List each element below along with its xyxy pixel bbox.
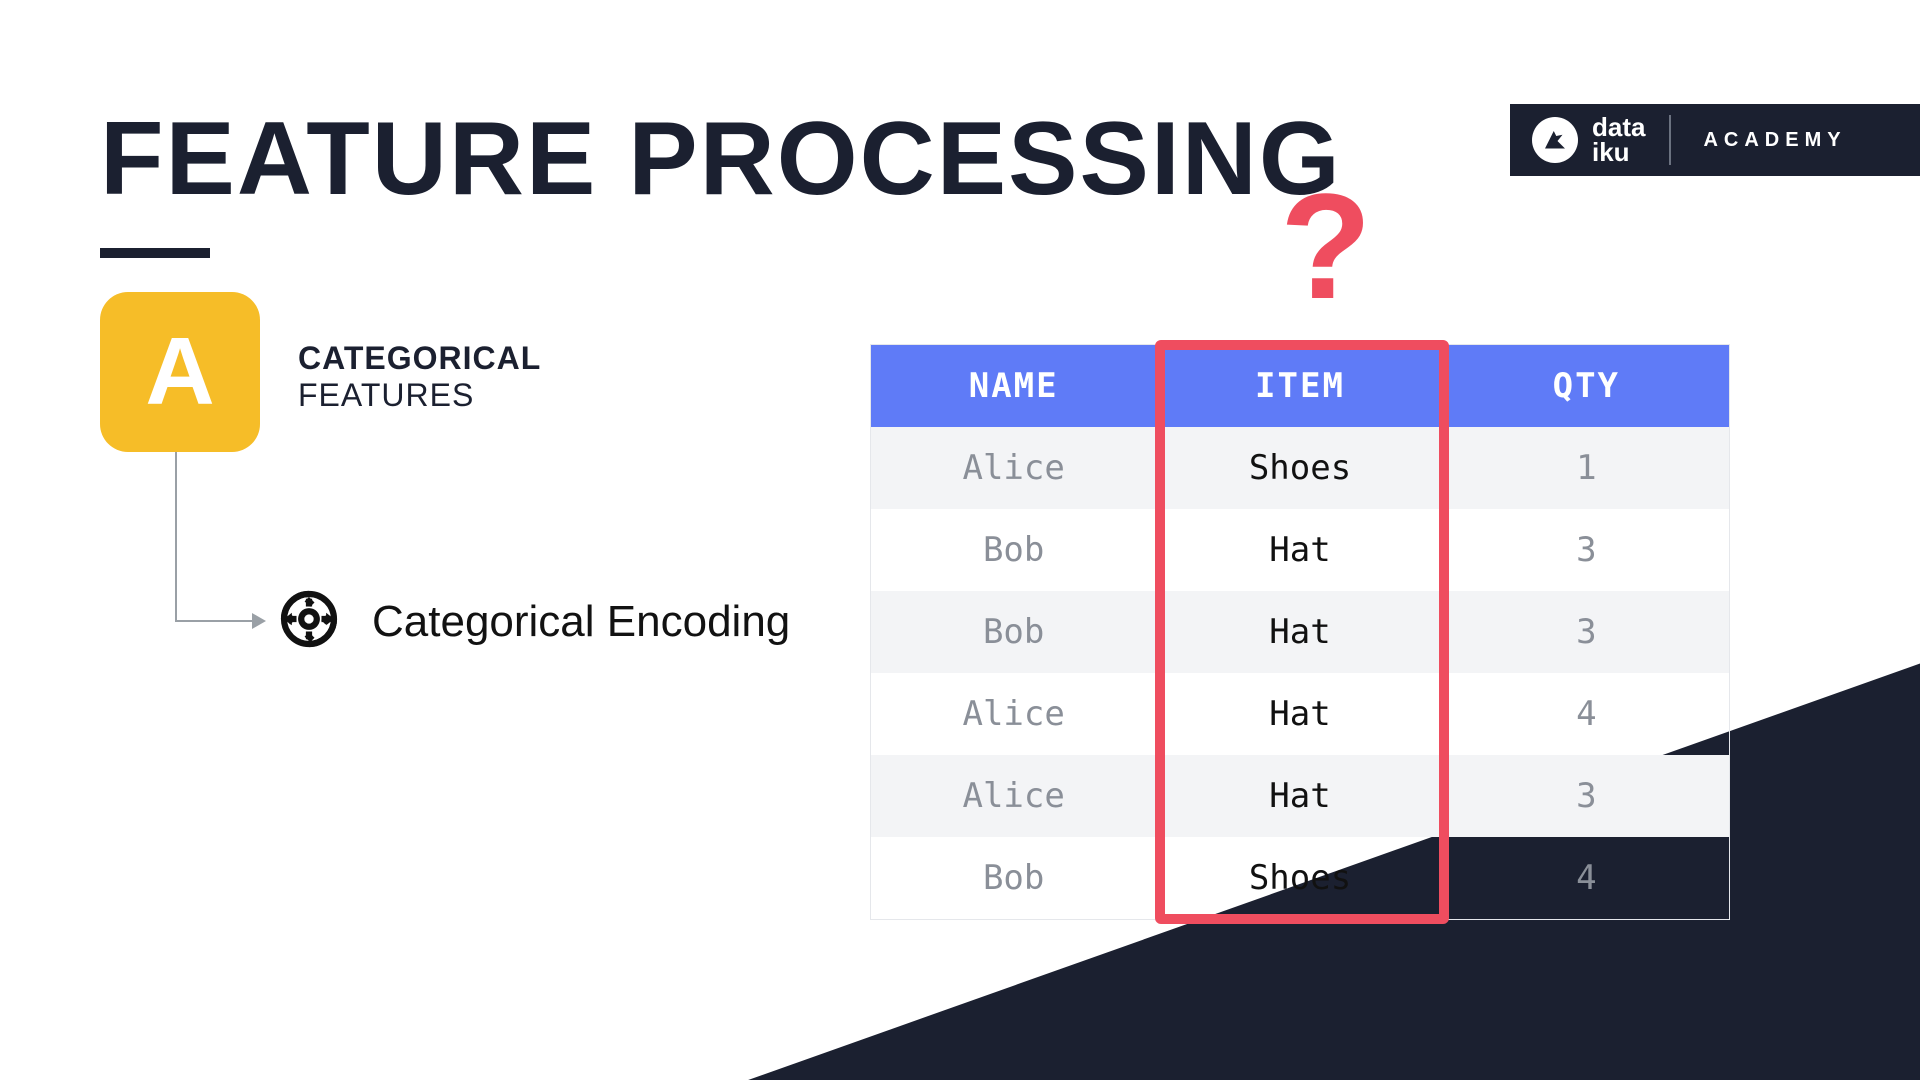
brand-divider <box>1669 115 1671 165</box>
categorical-label: CATEGORICAL FEATURES <box>298 340 541 414</box>
encoding-label: Categorical Encoding <box>372 597 790 647</box>
brand-academy-label: ACADEMY <box>1703 129 1846 152</box>
col-header-name: NAME <box>871 345 1157 427</box>
gear-cycle-icon <box>270 580 348 663</box>
cell-item: Hat <box>1157 591 1443 673</box>
question-mark-icon: ? <box>1280 160 1372 333</box>
slide: FEATURE PROCESSING data iku ACADEMY A CA… <box>0 0 1920 1080</box>
encoding-row: Categorical Encoding <box>270 580 790 663</box>
cell-item: Hat <box>1157 755 1443 837</box>
table-row: Bob Shoes 4 <box>871 837 1729 919</box>
col-header-item: ITEM <box>1157 345 1443 427</box>
categorical-light: FEATURES <box>298 377 541 414</box>
cell-name: Alice <box>871 427 1157 509</box>
cell-name: Bob <box>871 591 1157 673</box>
table-header-row: NAME ITEM QTY <box>871 345 1729 427</box>
cell-name: Alice <box>871 673 1157 755</box>
cell-qty: 3 <box>1444 509 1729 591</box>
brand-line2: iku <box>1592 140 1645 165</box>
brand-logo-icon <box>1532 117 1578 163</box>
cell-name: Bob <box>871 837 1157 919</box>
table-row: Alice Hat 4 <box>871 673 1729 755</box>
cell-item: Hat <box>1157 673 1443 755</box>
cell-item: Hat <box>1157 509 1443 591</box>
connector-vertical <box>175 452 177 622</box>
cell-qty: 1 <box>1444 427 1729 509</box>
cell-item: Shoes <box>1157 837 1443 919</box>
cell-qty: 3 <box>1444 755 1729 837</box>
data-table: NAME ITEM QTY Alice Shoes 1 Bob Hat 3 Bo… <box>870 344 1730 920</box>
title-underline <box>100 248 210 258</box>
cell-item: Shoes <box>1157 427 1443 509</box>
table-row: Bob Hat 3 <box>871 591 1729 673</box>
table-row: Alice Hat 3 <box>871 755 1729 837</box>
brand-badge: data iku ACADEMY <box>1510 104 1920 176</box>
cell-qty: 4 <box>1444 673 1729 755</box>
connector-horizontal <box>175 620 261 622</box>
badge-letter: A <box>145 317 214 427</box>
categorical-badge: A <box>100 292 260 452</box>
page-title: FEATURE PROCESSING <box>100 100 1342 219</box>
col-header-qty: QTY <box>1444 345 1729 427</box>
table-row: Alice Shoes 1 <box>871 427 1729 509</box>
cell-qty: 4 <box>1444 837 1729 919</box>
brand-name: data iku <box>1592 115 1645 164</box>
cell-name: Bob <box>871 509 1157 591</box>
categorical-bold: CATEGORICAL <box>298 340 541 377</box>
cell-name: Alice <box>871 755 1157 837</box>
connector-arrow-icon <box>252 613 266 629</box>
cell-qty: 3 <box>1444 591 1729 673</box>
table-row: Bob Hat 3 <box>871 509 1729 591</box>
